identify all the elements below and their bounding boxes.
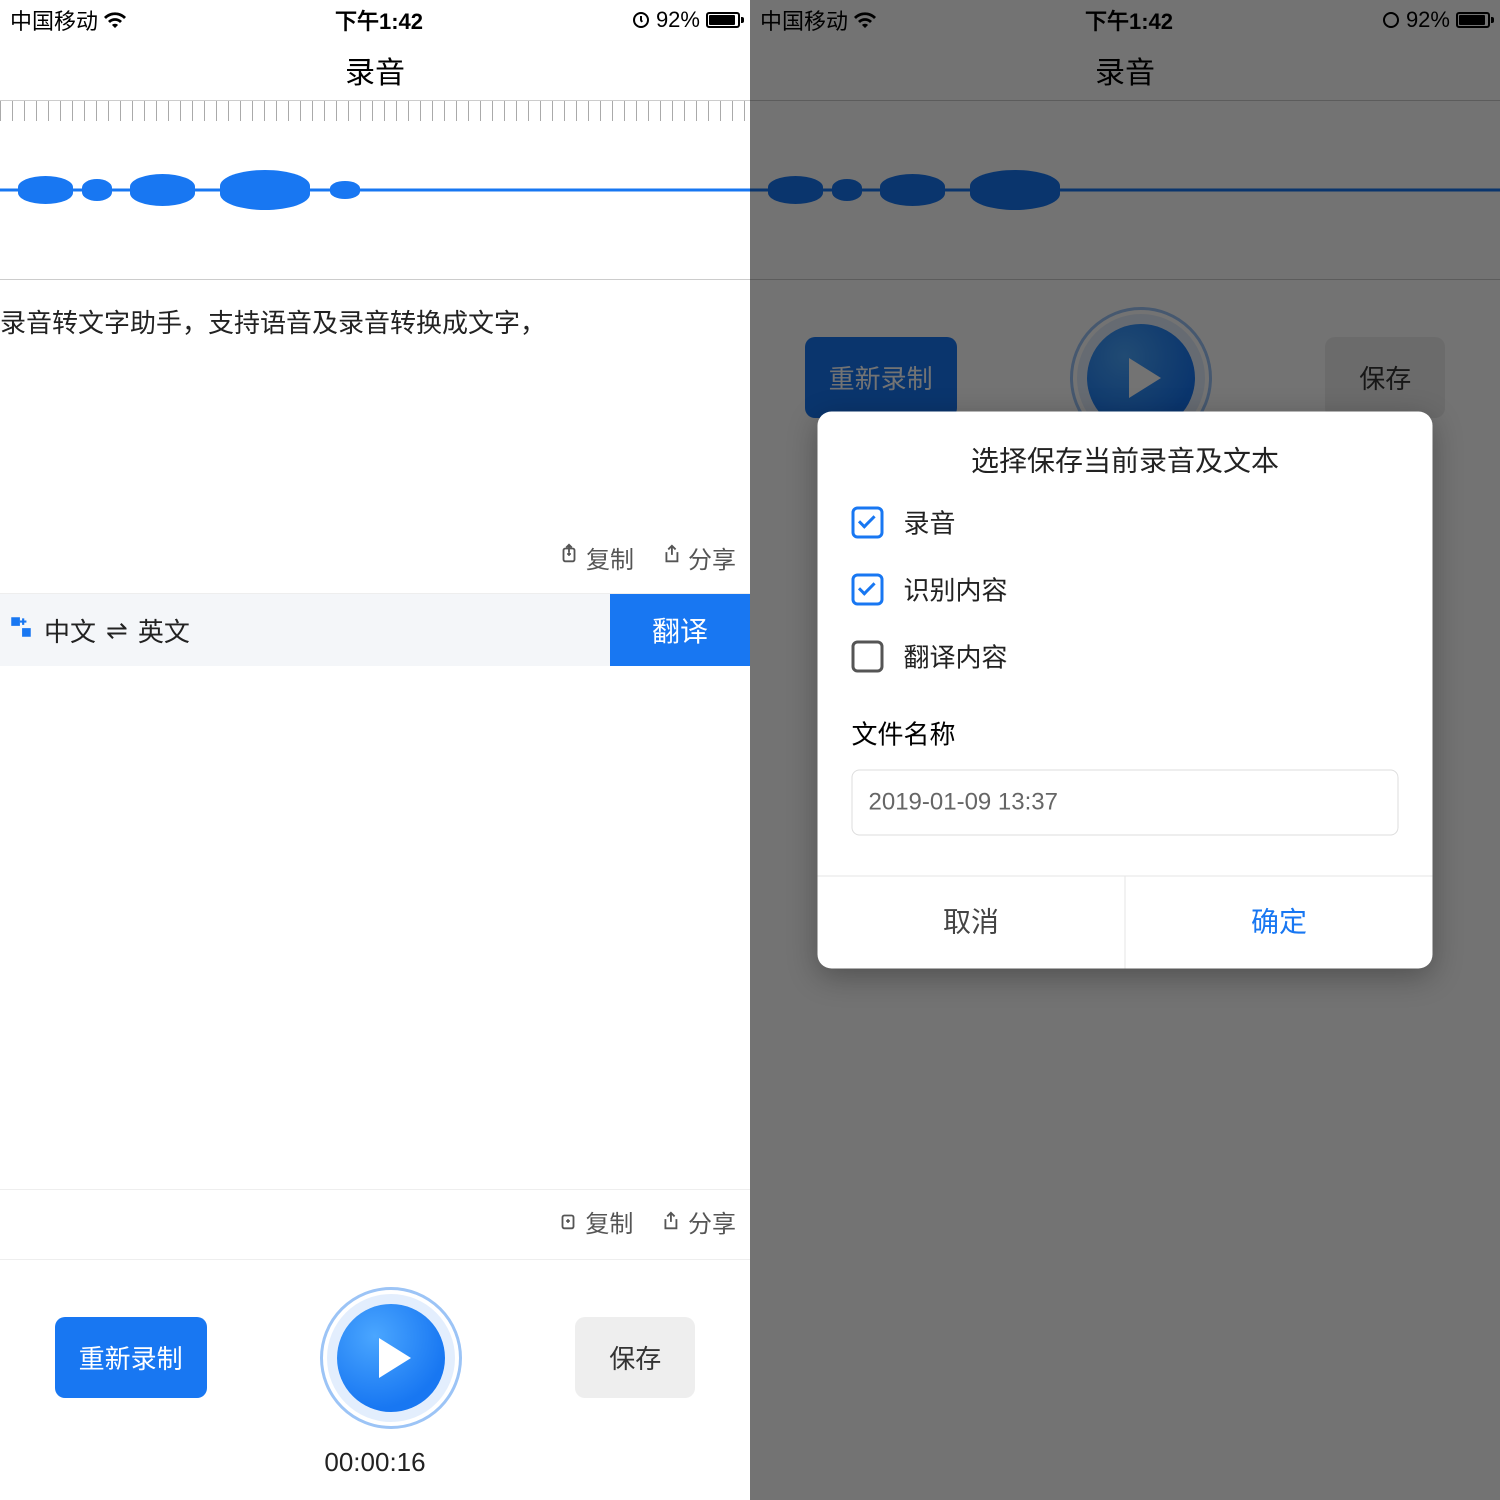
rotation-lock-icon — [632, 11, 650, 29]
checkbox-transcription[interactable]: 识别内容 — [852, 571, 1399, 608]
copy-button-2[interactable]: 复制 — [557, 1204, 634, 1239]
wifi-icon — [104, 11, 126, 29]
waveform-baseline — [0, 189, 750, 192]
cancel-button[interactable]: 取消 — [818, 877, 1126, 969]
checkbox-icon — [852, 506, 884, 538]
text-actions: 复制 分享 — [0, 530, 750, 594]
checkbox-label: 识别内容 — [904, 571, 1008, 608]
translate-icon — [8, 614, 34, 647]
translation-actions: 复制 分享 — [0, 1190, 750, 1260]
navbar: 录音 — [0, 40, 750, 100]
waveform-blob — [330, 181, 360, 199]
share-button[interactable]: 分享 — [660, 540, 736, 575]
time-ruler — [0, 101, 750, 121]
rerecord-label: 重新录制 — [79, 1344, 183, 1374]
rerecord-button[interactable]: 重新录制 — [55, 1317, 207, 1398]
share-icon — [659, 1211, 688, 1238]
filename-input[interactable] — [852, 770, 1399, 836]
waveform-blob — [18, 176, 73, 204]
screen-recording: 中国移动 下午1:42 92% 录音 录音转文字助手，支持语音及录音转换成文字， — [0, 0, 750, 1500]
waveform-blob — [130, 174, 195, 206]
confirm-label: 确定 — [1251, 907, 1307, 938]
checkbox-translation[interactable]: 翻译内容 — [852, 638, 1399, 675]
share-label: 分享 — [688, 540, 736, 575]
battery-icon — [706, 12, 740, 28]
copy-label: 复制 — [585, 1211, 633, 1238]
filename-label: 文件名称 — [852, 715, 1399, 752]
save-button[interactable]: 保存 — [575, 1317, 695, 1398]
elapsed-time: 00:00:16 — [324, 1447, 425, 1478]
swap-icon: ⇌ — [106, 615, 128, 646]
checkbox-recording[interactable]: 录音 — [852, 504, 1399, 541]
screen-save-dialog: 中国移动 下午1:42 92% 录音 — [750, 0, 1500, 1500]
copy-icon — [557, 1211, 586, 1238]
save-options: 录音 识别内容 翻译内容 — [818, 504, 1433, 685]
cancel-label: 取消 — [943, 907, 999, 938]
translate-button[interactable]: 翻译 — [610, 594, 750, 666]
language-pair-button[interactable]: 中文 ⇌ 英文 — [0, 612, 610, 649]
status-bar: 中国移动 下午1:42 92% — [0, 0, 750, 40]
save-dialog: 选择保存当前录音及文本 录音 识别内容 翻译内容 文件名称 取消 — [818, 412, 1433, 969]
share-label: 分享 — [688, 1211, 736, 1238]
battery-pct-label: 92% — [656, 7, 700, 33]
clock-label: 下午1:42 — [335, 4, 423, 36]
copy-icon — [558, 543, 580, 572]
lang-to: 英文 — [138, 612, 190, 649]
translate-button-label: 翻译 — [652, 610, 708, 650]
checkbox-icon — [852, 640, 884, 672]
waveform-blob — [82, 179, 112, 201]
playback-controls: 重新录制 保存 00:00:16 — [0, 1260, 750, 1500]
page-title: 录音 — [345, 48, 405, 92]
copy-button[interactable]: 复制 — [558, 540, 634, 575]
lang-from: 中文 — [44, 612, 96, 649]
play-button[interactable] — [316, 1283, 466, 1433]
waveform[interactable] — [0, 100, 750, 280]
waveform-blob — [220, 170, 310, 210]
checkbox-label: 录音 — [904, 504, 956, 541]
translate-bar: 中文 ⇌ 英文 翻译 — [0, 594, 750, 666]
translation-result[interactable] — [0, 666, 750, 1190]
transcription-text[interactable]: 录音转文字助手，支持语音及录音转换成文字， — [0, 280, 750, 530]
save-label: 保存 — [609, 1344, 661, 1374]
share-icon — [660, 543, 682, 572]
dialog-buttons: 取消 确定 — [818, 876, 1433, 969]
checkbox-icon — [852, 573, 884, 605]
checkbox-label: 翻译内容 — [904, 638, 1008, 675]
confirm-button[interactable]: 确定 — [1126, 877, 1433, 969]
share-button-2[interactable]: 分享 — [659, 1204, 736, 1239]
carrier-label: 中国移动 — [10, 4, 98, 36]
copy-label: 复制 — [586, 540, 634, 575]
dialog-title: 选择保存当前录音及文本 — [818, 412, 1433, 504]
